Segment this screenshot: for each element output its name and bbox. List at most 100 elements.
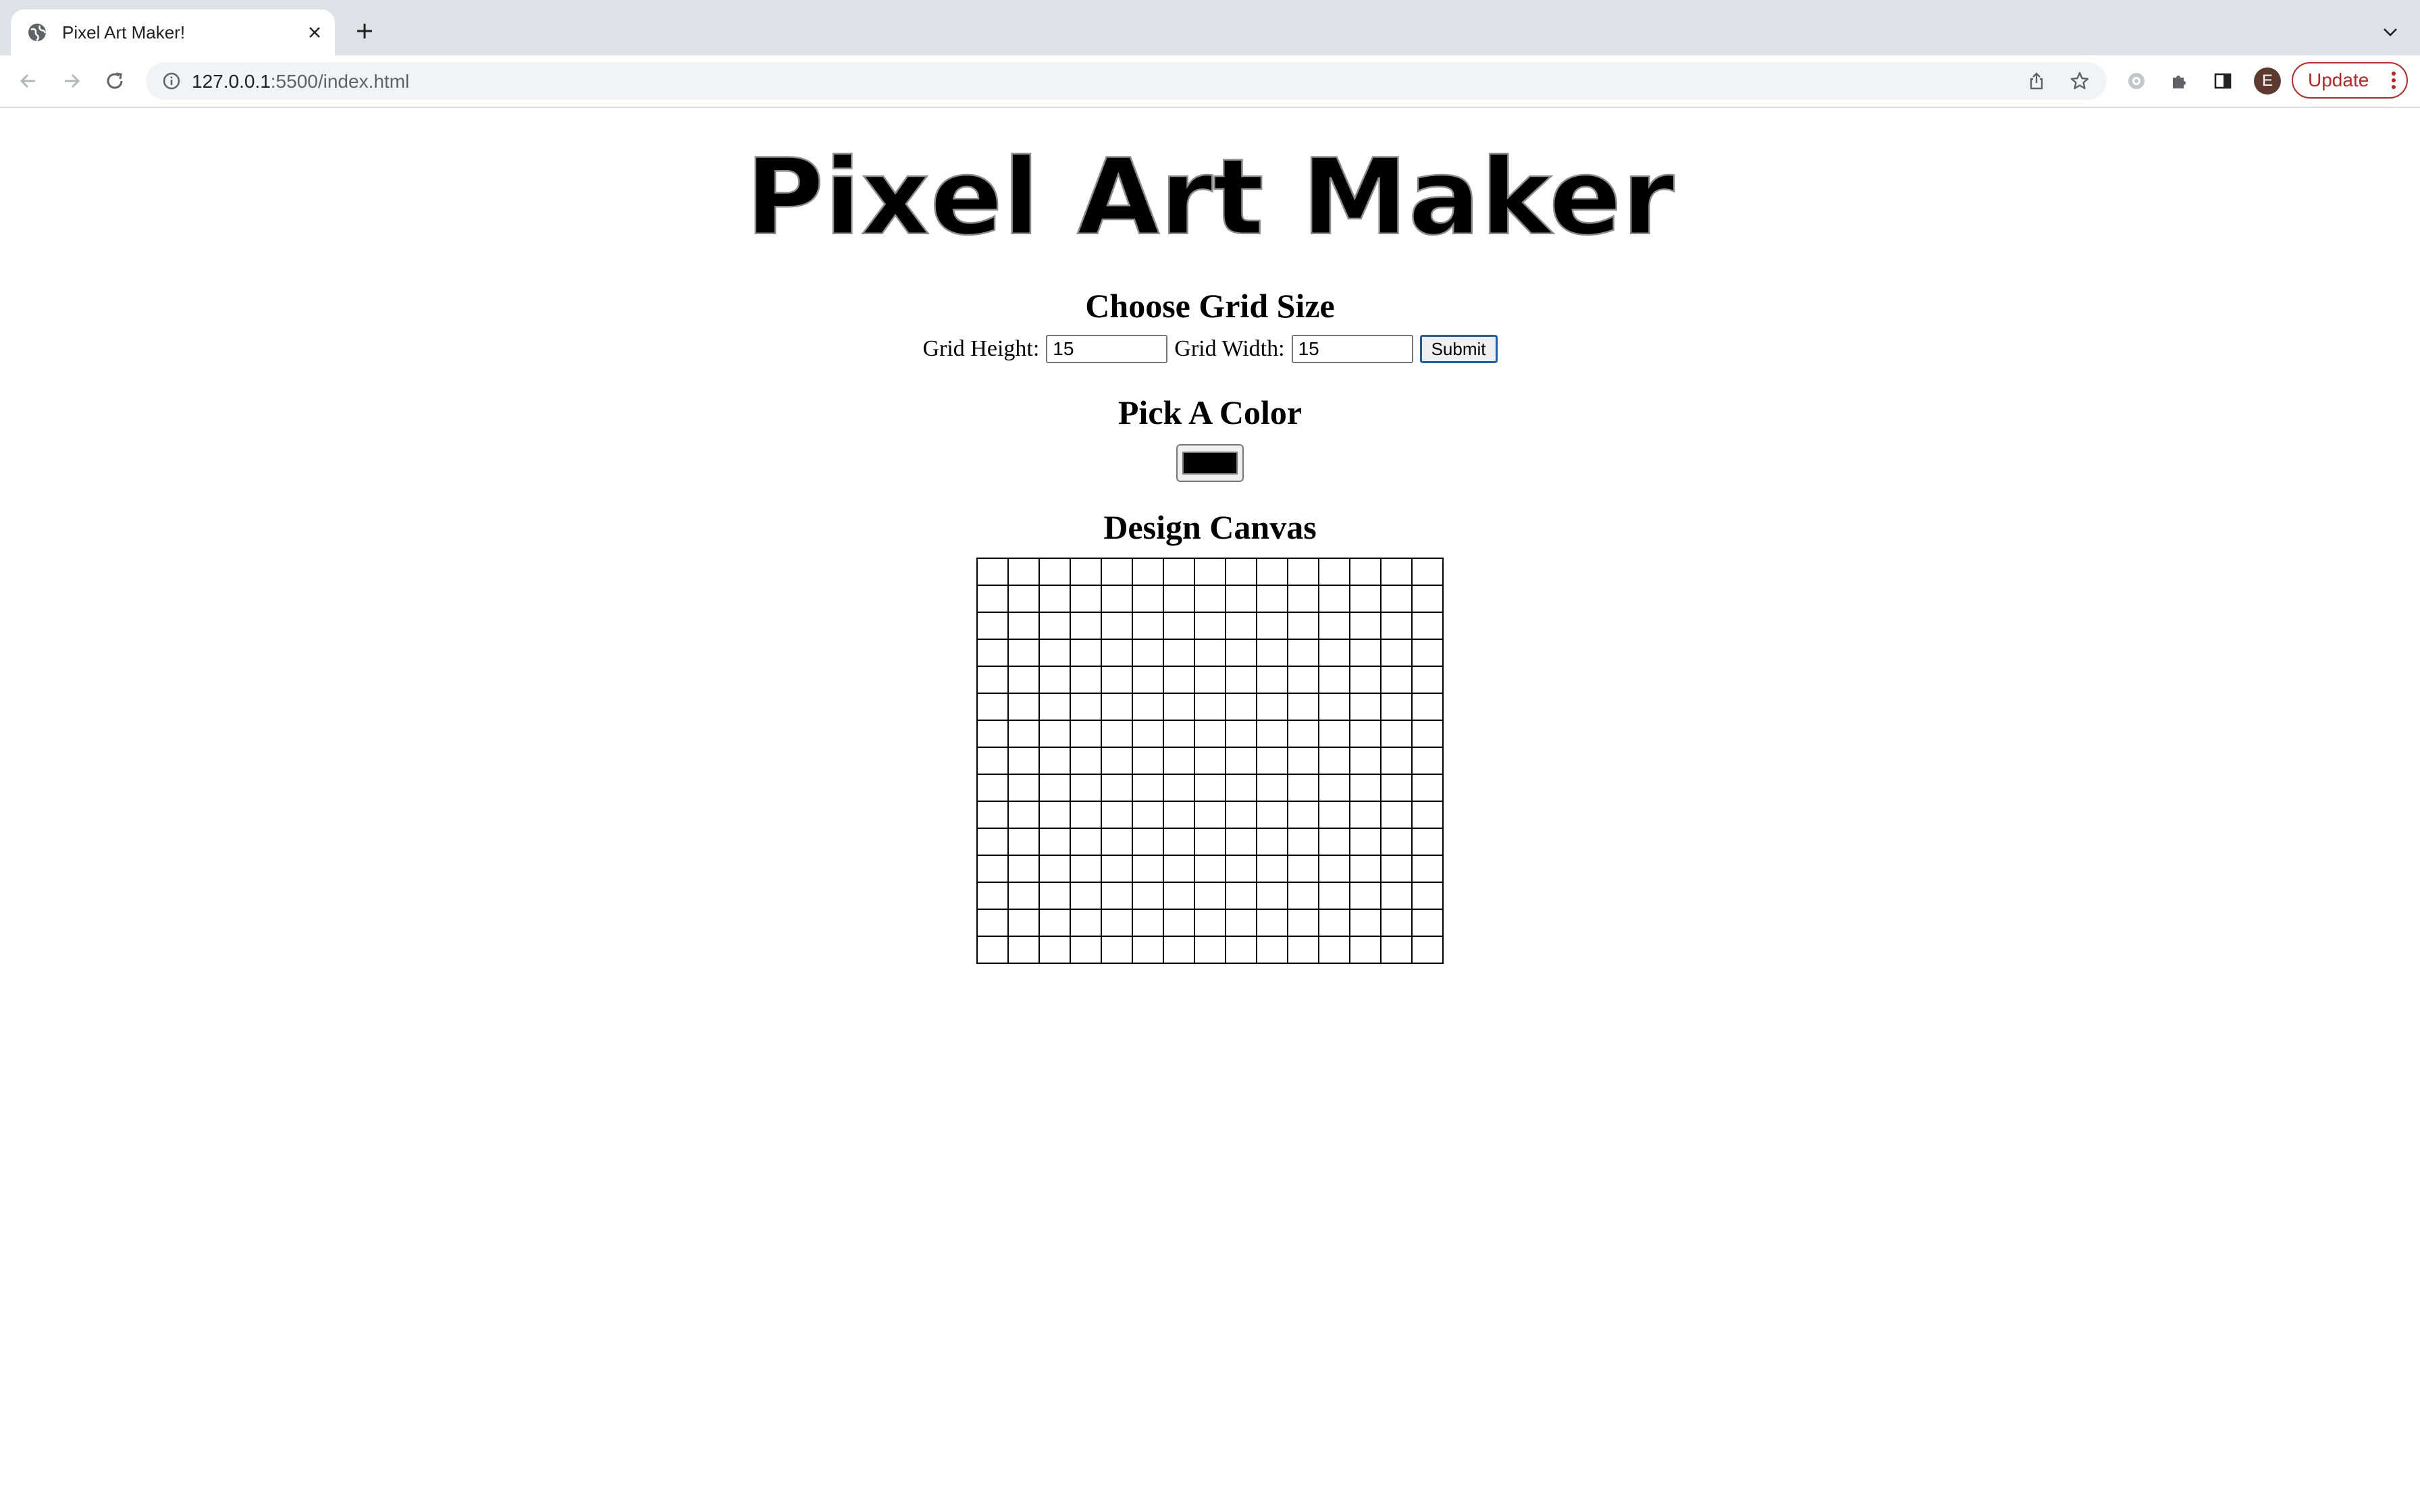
- grid-cell[interactable]: [1349, 558, 1382, 586]
- grid-cell[interactable]: [1007, 720, 1040, 748]
- grid-cell[interactable]: [1038, 828, 1071, 856]
- grid-cell[interactable]: [1101, 882, 1133, 910]
- grid-cell[interactable]: [1163, 828, 1195, 856]
- grid-cell[interactable]: [1007, 828, 1040, 856]
- grid-cell[interactable]: [1101, 909, 1133, 937]
- grid-cell[interactable]: [1287, 639, 1319, 667]
- grid-cell[interactable]: [1380, 720, 1413, 748]
- grid-cell[interactable]: [1380, 666, 1413, 694]
- grid-cell[interactable]: [1132, 639, 1164, 667]
- grid-cell[interactable]: [1349, 693, 1382, 721]
- grid-cell[interactable]: [1194, 720, 1226, 748]
- grid-cell[interactable]: [1380, 828, 1413, 856]
- grid-cell[interactable]: [1380, 612, 1413, 640]
- grid-cell[interactable]: [1132, 909, 1164, 937]
- grid-cell[interactable]: [1101, 612, 1133, 640]
- grid-cell[interactable]: [1411, 936, 1444, 964]
- grid-cell[interactable]: [1349, 936, 1382, 964]
- star-icon[interactable]: [2066, 68, 2093, 94]
- grid-cell[interactable]: [1318, 585, 1350, 613]
- extension-icon[interactable]: [2123, 68, 2150, 94]
- grid-cell[interactable]: [1163, 693, 1195, 721]
- grid-cell[interactable]: [1038, 747, 1071, 775]
- grid-cell[interactable]: [1101, 936, 1133, 964]
- grid-cell[interactable]: [1194, 855, 1226, 883]
- grid-cell[interactable]: [1070, 855, 1102, 883]
- avatar[interactable]: E: [2254, 68, 2281, 94]
- grid-cell[interactable]: [1132, 801, 1164, 829]
- grid-cell[interactable]: [1256, 909, 1288, 937]
- grid-cell[interactable]: [1194, 558, 1226, 586]
- grid-cell[interactable]: [1194, 639, 1226, 667]
- grid-cell[interactable]: [1287, 909, 1319, 937]
- grid-cell[interactable]: [1038, 936, 1071, 964]
- address-bar[interactable]: 127.0.0.1:5500/index.html: [146, 62, 2107, 100]
- grid-cell[interactable]: [1101, 666, 1133, 694]
- grid-cell[interactable]: [1163, 612, 1195, 640]
- grid-cell[interactable]: [1070, 666, 1102, 694]
- grid-cell[interactable]: [1070, 585, 1102, 613]
- grid-cell[interactable]: [1070, 558, 1102, 586]
- grid-cell[interactable]: [1007, 693, 1040, 721]
- grid-cell[interactable]: [1256, 720, 1288, 748]
- grid-cell[interactable]: [1318, 666, 1350, 694]
- grid-cell[interactable]: [976, 585, 1009, 613]
- grid-cell[interactable]: [1287, 747, 1319, 775]
- grid-cell[interactable]: [1380, 774, 1413, 802]
- grid-cell[interactable]: [1411, 855, 1444, 883]
- grid-cell[interactable]: [1411, 585, 1444, 613]
- grid-cell[interactable]: [1318, 693, 1350, 721]
- grid-cell[interactable]: [1163, 882, 1195, 910]
- grid-cell[interactable]: [1256, 936, 1288, 964]
- grid-cell[interactable]: [1132, 828, 1164, 856]
- more-icon[interactable]: [2390, 69, 2397, 97]
- grid-cell[interactable]: [1225, 693, 1257, 721]
- grid-cell[interactable]: [1007, 882, 1040, 910]
- grid-cell[interactable]: [1132, 774, 1164, 802]
- grid-cell[interactable]: [976, 666, 1009, 694]
- grid-cell[interactable]: [1225, 882, 1257, 910]
- grid-cell[interactable]: [1225, 855, 1257, 883]
- grid-cell[interactable]: [1256, 639, 1288, 667]
- grid-cell[interactable]: [1007, 747, 1040, 775]
- grid-cell[interactable]: [1163, 801, 1195, 829]
- grid-cell[interactable]: [976, 720, 1009, 748]
- grid-cell[interactable]: [1318, 855, 1350, 883]
- grid-cell[interactable]: [1132, 720, 1164, 748]
- grid-cell[interactable]: [1411, 639, 1444, 667]
- grid-cell[interactable]: [1349, 612, 1382, 640]
- grid-cell[interactable]: [1287, 936, 1319, 964]
- grid-cell[interactable]: [1411, 612, 1444, 640]
- grid-cell[interactable]: [976, 774, 1009, 802]
- grid-cell[interactable]: [1380, 558, 1413, 586]
- grid-cell[interactable]: [1163, 558, 1195, 586]
- grid-cell[interactable]: [1163, 936, 1195, 964]
- grid-cell[interactable]: [1163, 585, 1195, 613]
- grid-cell[interactable]: [1194, 666, 1226, 694]
- grid-cell[interactable]: [1070, 693, 1102, 721]
- grid-cell[interactable]: [1287, 612, 1319, 640]
- grid-cell[interactable]: [1318, 801, 1350, 829]
- grid-cell[interactable]: [976, 801, 1009, 829]
- grid-cell[interactable]: [1038, 666, 1071, 694]
- grid-cell[interactable]: [1349, 855, 1382, 883]
- grid-cell[interactable]: [1194, 882, 1226, 910]
- grid-width-input[interactable]: [1291, 335, 1413, 363]
- grid-cell[interactable]: [1194, 774, 1226, 802]
- grid-cell[interactable]: [1038, 639, 1071, 667]
- grid-cell[interactable]: [1318, 558, 1350, 586]
- grid-cell[interactable]: [1101, 747, 1133, 775]
- grid-cell[interactable]: [1287, 774, 1319, 802]
- grid-cell[interactable]: [1194, 612, 1226, 640]
- grid-cell[interactable]: [1318, 828, 1350, 856]
- grid-cell[interactable]: [1038, 720, 1071, 748]
- grid-cell[interactable]: [1256, 612, 1288, 640]
- grid-cell[interactable]: [1287, 558, 1319, 586]
- grid-cell[interactable]: [1349, 828, 1382, 856]
- grid-cell[interactable]: [1349, 639, 1382, 667]
- grid-cell[interactable]: [1225, 936, 1257, 964]
- grid-cell[interactable]: [1256, 585, 1288, 613]
- grid-cell[interactable]: [1349, 747, 1382, 775]
- grid-cell[interactable]: [1349, 720, 1382, 748]
- grid-height-input[interactable]: [1046, 335, 1168, 363]
